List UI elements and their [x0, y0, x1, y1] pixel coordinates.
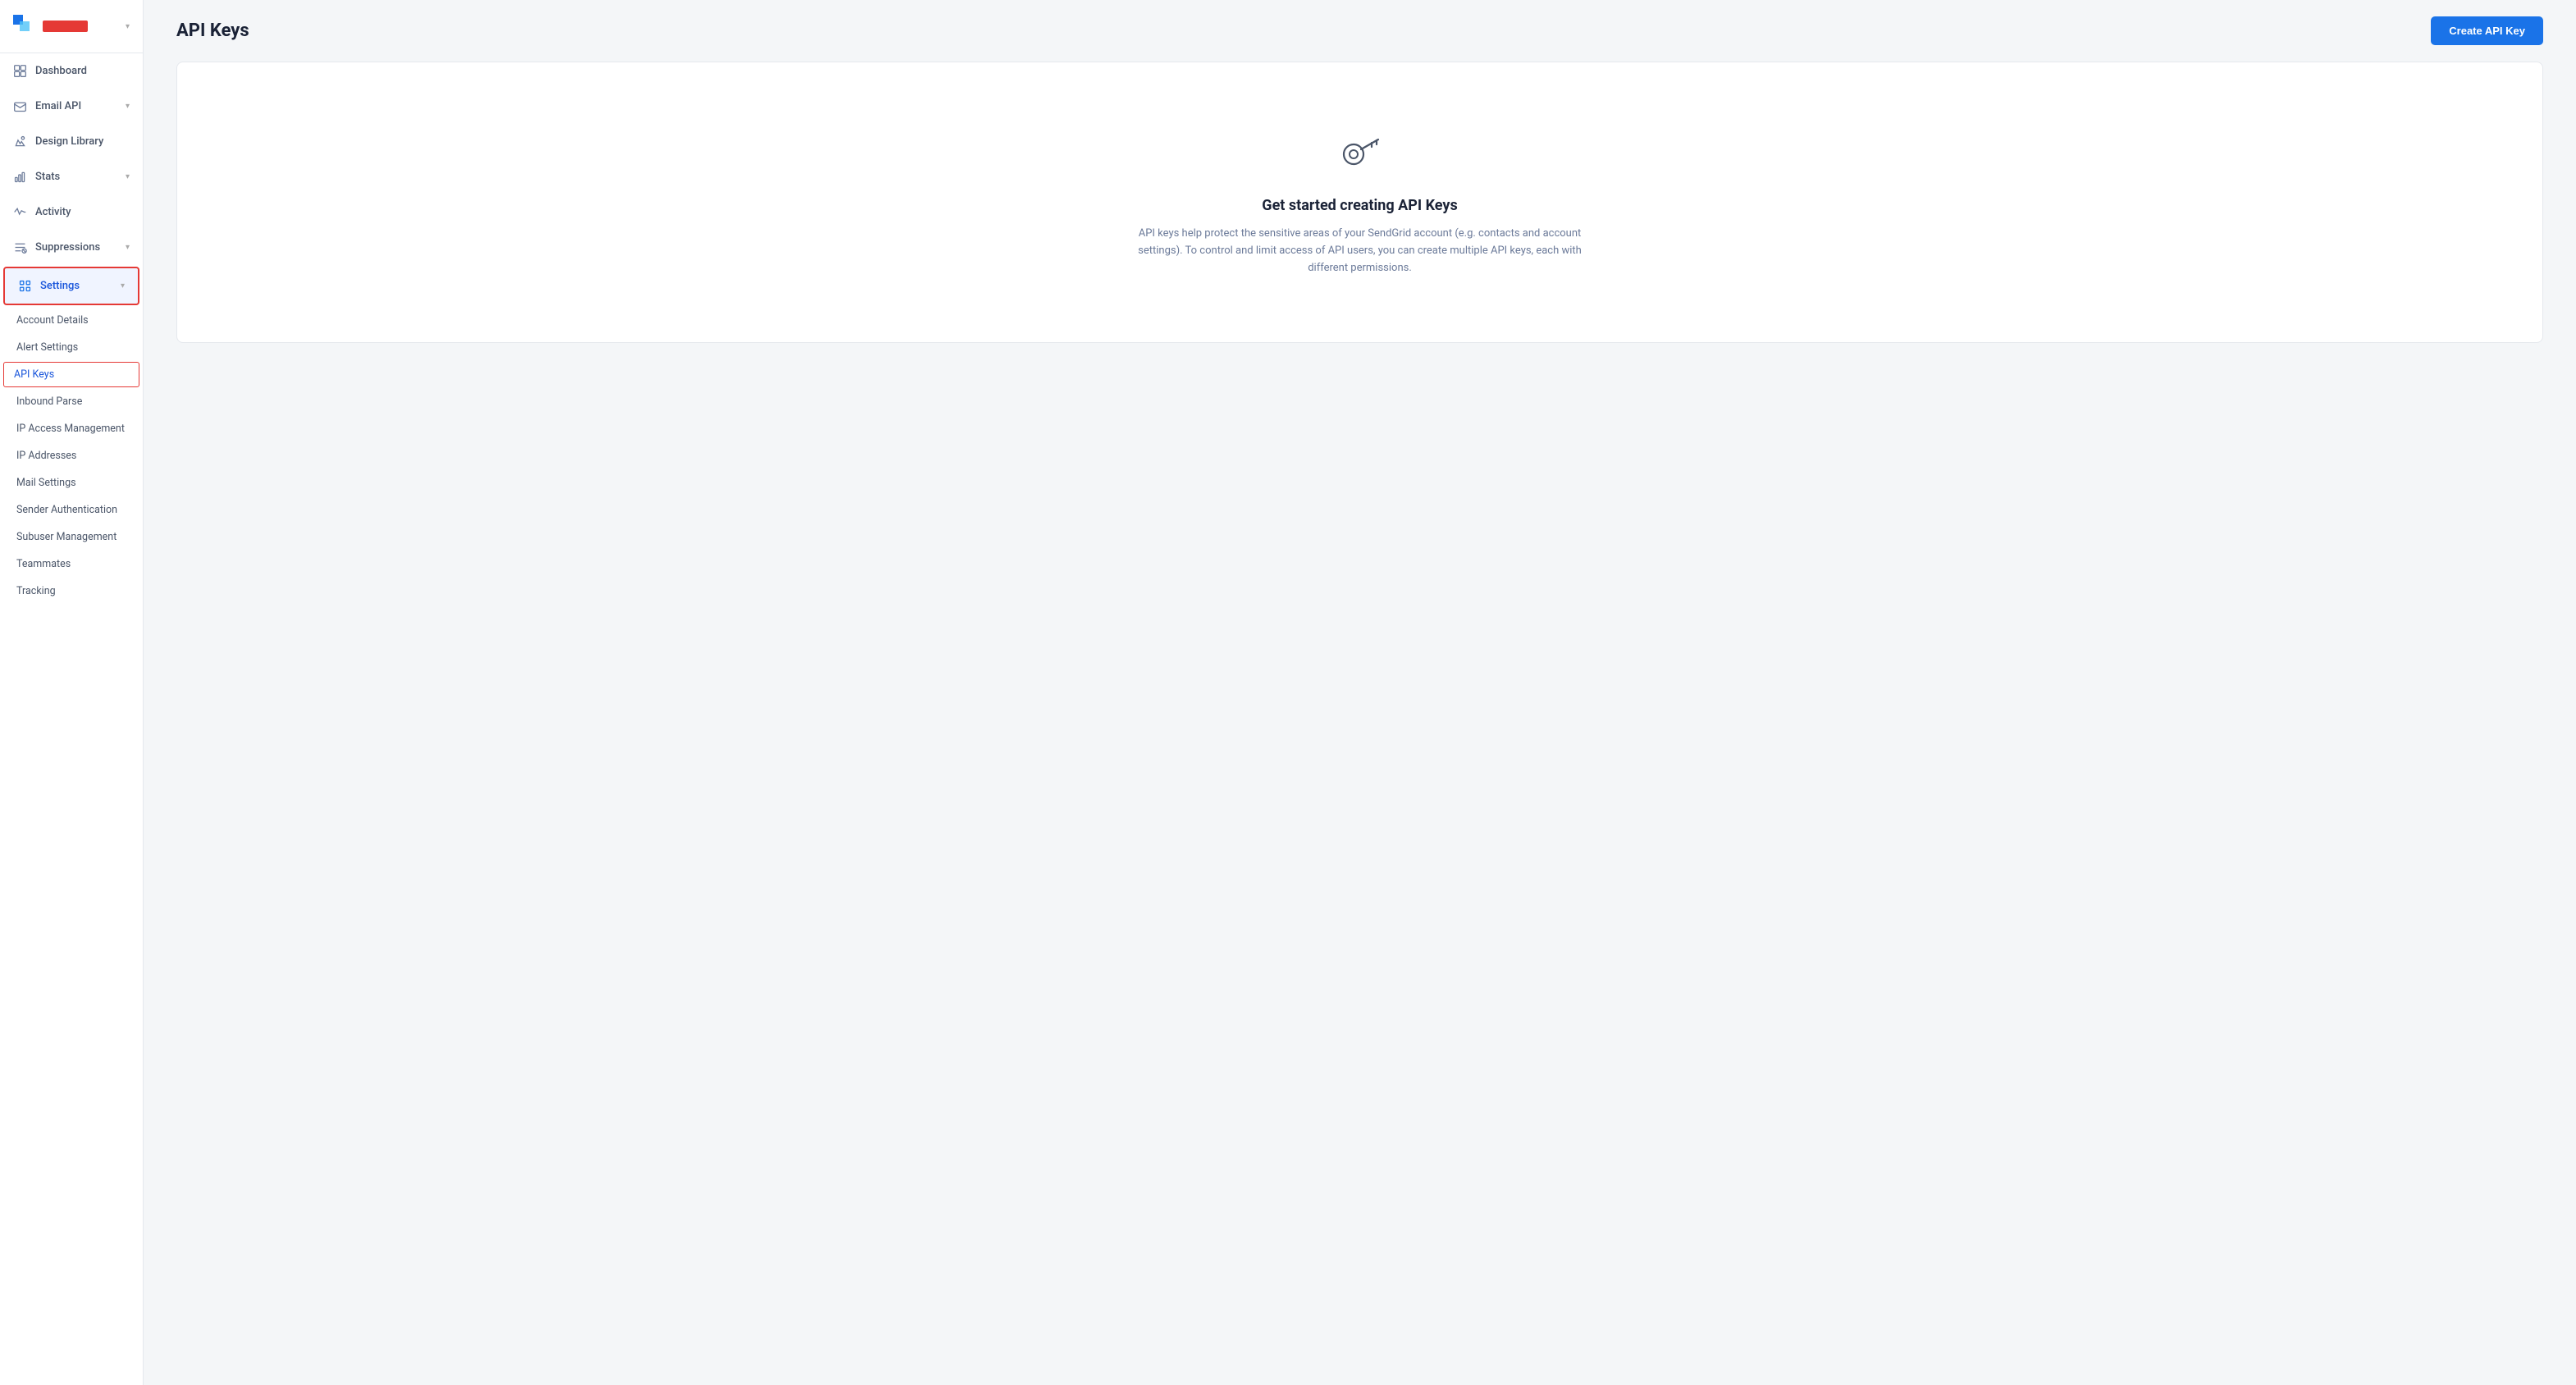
activity-icon: [13, 205, 27, 219]
sidebar-item-mail-settings[interactable]: Mail Settings: [0, 469, 143, 496]
settings-submenu: Account Details Alert Settings API Keys …: [0, 307, 143, 605]
sidebar-item-suppressions[interactable]: Suppressions ▾: [0, 230, 143, 265]
stats-chevron-icon: ▾: [126, 172, 130, 181]
dashboard-icon: [13, 64, 27, 78]
sendgrid-logo-icon: [13, 15, 36, 38]
logo-area[interactable]: ▾: [0, 0, 143, 53]
sidebar-item-activity[interactable]: Activity: [0, 194, 143, 230]
empty-state-card: Get started creating API Keys API keys h…: [176, 62, 2543, 343]
stats-icon: [13, 170, 27, 184]
email-api-chevron-icon: ▾: [126, 102, 130, 111]
sidebar-item-email-api-label: Email API: [35, 100, 81, 112]
sidebar-item-sender-authentication[interactable]: Sender Authentication: [0, 496, 143, 523]
sidebar-item-alert-settings[interactable]: Alert Settings: [0, 334, 143, 361]
sidebar-item-teammates[interactable]: Teammates: [0, 551, 143, 578]
sidebar-item-api-keys[interactable]: API Keys: [3, 362, 139, 387]
sidebar-item-ip-addresses[interactable]: IP Addresses: [0, 442, 143, 469]
design-library-icon: [13, 135, 27, 149]
logo-chevron-icon: ▾: [126, 22, 130, 31]
page-title: API Keys: [176, 21, 249, 41]
sidebar-item-stats[interactable]: Stats ▾: [0, 159, 143, 194]
api-key-illustration-icon: [1336, 128, 1385, 177]
sidebar-item-settings[interactable]: Settings ▾: [3, 267, 139, 305]
suppressions-icon: [13, 240, 27, 254]
sidebar-item-activity-label: Activity: [35, 206, 71, 218]
key-icon: [1336, 128, 1385, 181]
sidebar-item-ip-access-management[interactable]: IP Access Management: [0, 415, 143, 442]
sidebar-item-design-library[interactable]: Design Library: [0, 124, 143, 159]
settings-chevron-icon: ▾: [121, 281, 125, 290]
create-api-key-button[interactable]: Create API Key: [2431, 16, 2543, 45]
sidebar-item-stats-label: Stats: [35, 171, 60, 183]
logo-text: [43, 21, 88, 32]
sidebar-item-inbound-parse[interactable]: Inbound Parse: [0, 388, 143, 415]
sidebar-item-account-details[interactable]: Account Details: [0, 307, 143, 334]
sidebar-item-dashboard-label: Dashboard: [35, 65, 87, 77]
sidebar: ▾ Dashboard Email API ▾ Design Library: [0, 0, 144, 1385]
sidebar-item-email-api[interactable]: Email API ▾: [0, 89, 143, 124]
sidebar-item-subuser-management[interactable]: Subuser Management: [0, 523, 143, 551]
sidebar-item-settings-label: Settings: [40, 280, 80, 292]
email-api-icon: [13, 99, 27, 113]
empty-state-title: Get started creating API Keys: [1262, 197, 1457, 214]
settings-icon: [18, 279, 32, 293]
sidebar-item-tracking[interactable]: Tracking: [0, 578, 143, 605]
topbar: API Keys Create API Key: [144, 0, 2576, 62]
suppressions-chevron-icon: ▾: [126, 243, 130, 252]
sidebar-item-design-library-label: Design Library: [35, 135, 103, 148]
sidebar-item-suppressions-label: Suppressions: [35, 241, 100, 254]
main-content: API Keys Create API Key Get started crea…: [144, 0, 2576, 1385]
sidebar-item-dashboard[interactable]: Dashboard: [0, 53, 143, 89]
empty-state-description: API keys help protect the sensitive area…: [1130, 226, 1590, 277]
